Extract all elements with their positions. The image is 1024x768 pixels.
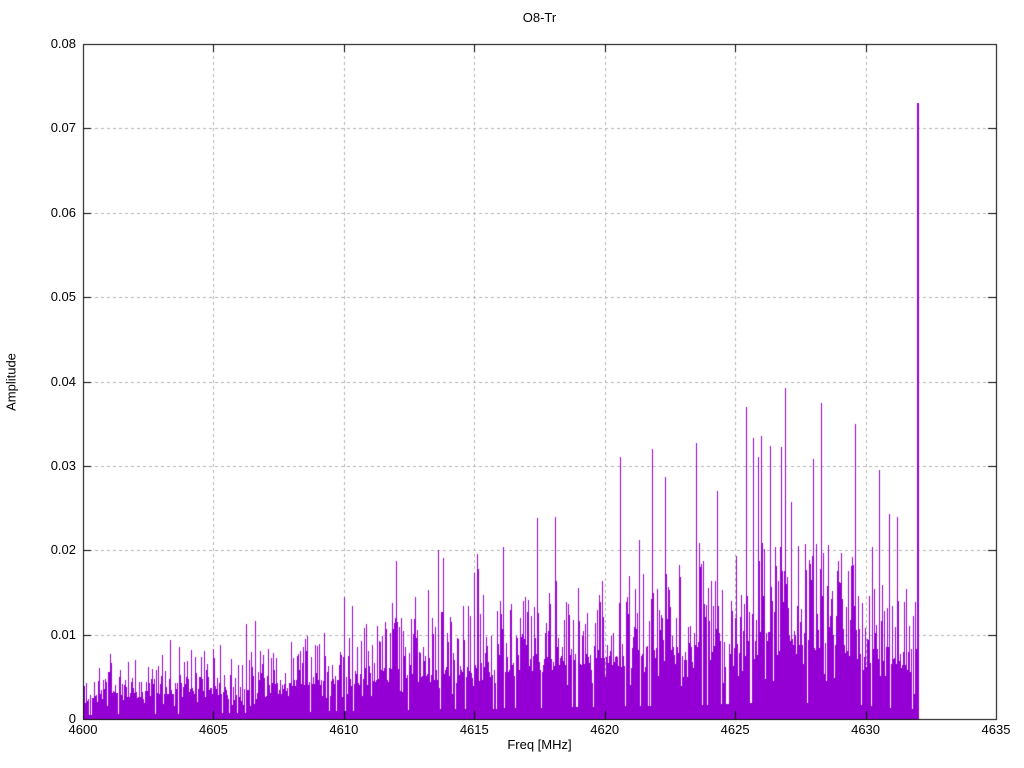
y-tick-label: 0.05	[0, 290, 76, 304]
y-tick-label: 0.01	[0, 628, 76, 642]
y-tick-label: 0.06	[0, 206, 76, 220]
x-tick-label: 4605	[199, 723, 228, 737]
chart-title: O8-Tr	[83, 10, 996, 25]
x-tick-label: 4615	[460, 723, 489, 737]
y-tick-label: 0	[0, 712, 76, 726]
x-tick-label: 4630	[851, 723, 880, 737]
x-tick-label: 4625	[721, 723, 750, 737]
y-tick-label: 0.02	[0, 543, 76, 557]
x-tick-label: 4620	[590, 723, 619, 737]
y-tick-label: 0.08	[0, 37, 76, 51]
x-tick-label: 4635	[982, 723, 1011, 737]
y-tick-label: 0.03	[0, 459, 76, 473]
spectrum-chart: O8-Tr Freq [MHz] Amplitude 4600460546104…	[0, 0, 1024, 768]
y-tick-label: 0.07	[0, 121, 76, 135]
x-axis-label: Freq [MHz]	[83, 737, 996, 752]
y-tick-label: 0.04	[0, 375, 76, 389]
x-tick-label: 4610	[329, 723, 358, 737]
plot-canvas	[0, 0, 1024, 768]
